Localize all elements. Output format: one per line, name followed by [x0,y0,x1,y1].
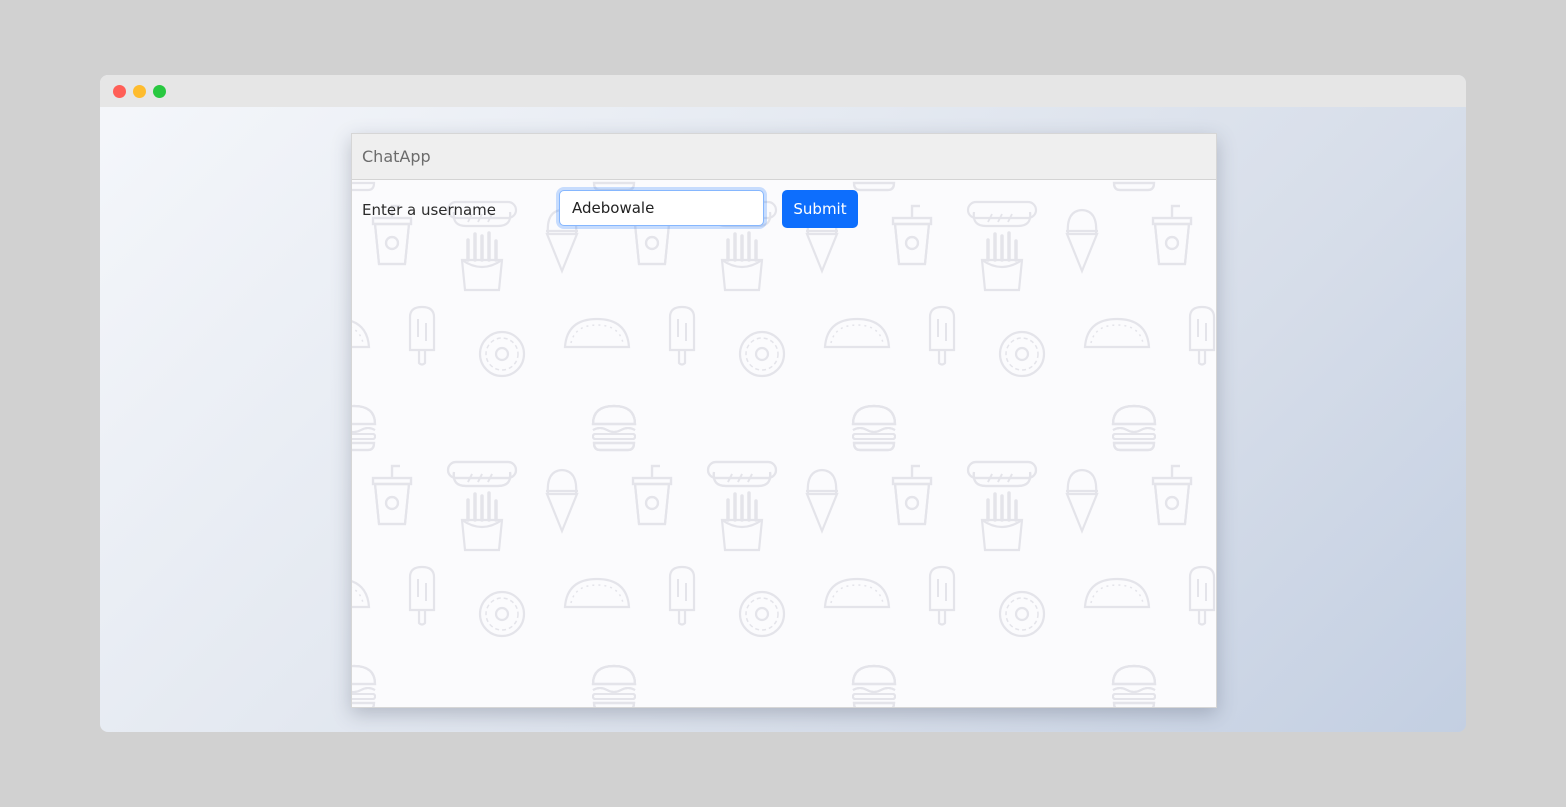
donut-icon [998,590,1046,638]
taco-icon [563,577,631,609]
window-titlebar [100,75,1466,107]
soda-cup-icon [631,464,673,526]
donut-icon [738,590,786,638]
username-label: Enter a username [362,201,496,219]
taco-icon [1083,577,1151,609]
taco-icon [823,577,891,609]
app-header: ChatApp [352,134,1216,180]
popsicle-icon [928,565,956,626]
taco-icon [352,577,371,609]
burger-icon [851,664,897,707]
soda-cup-icon [1151,464,1193,526]
popsicle-icon [1188,565,1216,626]
burger-icon [591,664,637,707]
taco-icon [352,317,371,349]
donut-icon [478,330,526,378]
burger-icon [352,404,377,452]
taco-icon [1083,317,1151,349]
donut-icon [998,330,1046,378]
chat-app-card: ChatApp Enter a username Adebowale Submi… [351,133,1217,708]
taco-icon [563,317,631,349]
soda-cup-icon [371,464,413,526]
hotdog-icon [706,460,778,488]
maximize-window-button[interactable] [153,85,166,98]
food-pattern-background [352,180,1216,707]
burger-icon [851,664,897,707]
fries-icon [980,491,1024,552]
ice-cream-icon [804,468,840,533]
ice-cream-icon [1064,468,1100,533]
hotdog-icon [446,460,518,488]
hotdog-icon [966,460,1038,488]
burger-icon [1111,664,1157,707]
popsicle-icon [408,565,436,626]
app-body: Enter a username Submit [352,180,1216,707]
popsicle-icon [668,305,696,366]
burger-icon [851,664,897,707]
popsicle-icon [408,305,436,366]
minimize-window-button[interactable] [133,85,146,98]
donut-icon [738,330,786,378]
app-title: ChatApp [362,147,431,166]
browser-window: ChatApp Enter a username Adebowale Submi… [100,75,1466,732]
popsicle-icon [1188,305,1216,366]
taco-icon [823,317,891,349]
soda-cup-icon [891,464,933,526]
donut-icon [478,590,526,638]
burger-icon [591,664,637,707]
fries-icon [460,231,504,292]
burger-icon [591,404,637,452]
burger-icon [1111,664,1157,707]
fries-icon [720,491,764,552]
username-form: Enter a username Submit [352,180,1216,240]
popsicle-icon [668,565,696,626]
fries-icon [720,231,764,292]
submit-button[interactable]: Submit [782,190,858,228]
fries-icon [980,231,1024,292]
burger-icon [851,404,897,452]
fries-icon [460,491,504,552]
ice-cream-icon [544,468,580,533]
burger-icon [1111,664,1157,707]
popsicle-icon [928,305,956,366]
close-window-button[interactable] [113,85,126,98]
burger-icon [352,664,377,707]
username-input[interactable] [559,190,764,226]
burger-icon [591,664,637,707]
burger-icon [1111,404,1157,452]
